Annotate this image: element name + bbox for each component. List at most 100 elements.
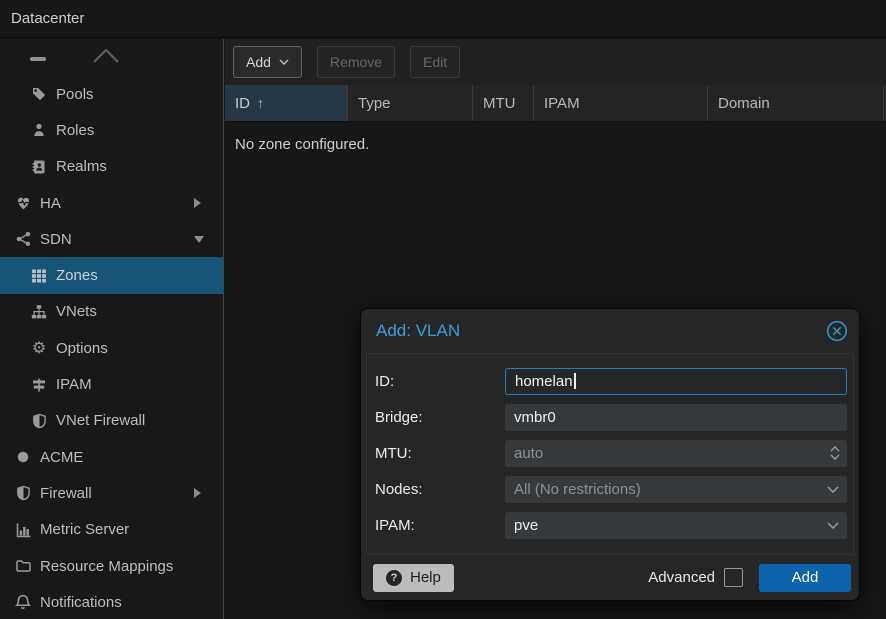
sidebar-item-acme[interactable]: ACME [0,439,223,475]
add-vlan-dialog: Add: VLAN ID: homelan Bridge: vmbr0 MTU:… [360,308,860,601]
advanced-toggle: Advanced [648,568,759,587]
submit-add-button[interactable]: Add [759,564,851,592]
sidebar-item-sdn[interactable]: SDN [0,221,223,257]
field-row-mtu: MTU: auto [375,435,847,471]
column-label: MTU [483,95,516,112]
sidebar-item-label: VNets [56,303,97,320]
field-row-id: ID: homelan [375,363,847,399]
ipam-dropdown[interactable]: pve [505,512,847,539]
heartbeat-icon [14,194,32,212]
sidebar-item-partial-scrolled[interactable] [0,39,223,76]
sidebar-item-label: Zones [56,267,98,284]
sidebar-item-label: ACME [40,449,83,466]
mtu-field-label: MTU: [375,445,505,462]
top-bar: Datacenter [0,0,886,38]
certificate-icon [14,448,32,466]
sidebar-item-vnets[interactable]: VNets [0,294,223,330]
edit-button-label: Edit [423,54,447,70]
chevron-down-icon [279,59,289,65]
mtu-spinner-input[interactable]: auto [505,440,847,467]
empty-table-message: No zone configured. [225,122,886,167]
sidebar-item-label: Realms [56,158,107,175]
id-input[interactable]: homelan [505,368,847,395]
dialog-form: ID: homelan Bridge: vmbr0 MTU: auto [366,353,854,555]
dialog-title: Add: VLAN [376,321,460,341]
sidebar-item-zones[interactable]: Zones [0,257,223,293]
close-icon[interactable] [826,320,848,342]
chevron-down-icon [827,522,839,529]
user-icon [30,121,48,139]
dialog-header[interactable]: Add: VLAN [361,309,859,353]
column-header-type[interactable]: Type [348,85,473,121]
sidebar-item-label: SDN [40,231,72,248]
sidebar-item-label: IPAM [56,376,92,393]
remove-button[interactable]: Remove [317,46,395,78]
nodes-placeholder: All (No restrictions) [514,481,641,498]
column-label: IPAM [544,95,580,112]
text-cursor [574,373,576,389]
folder-icon [14,557,32,575]
expand-down-icon [194,236,204,243]
expand-right-icon [194,198,201,208]
sitemap-icon [30,303,48,321]
spinner-up-down-icon[interactable] [830,446,840,460]
chevron-down-icon [827,486,839,493]
help-button[interactable]: ? Help [373,564,454,592]
ipam-field-label: IPAM: [375,517,505,534]
sidebar-item-options[interactable]: ⚙ Options [0,330,223,366]
advanced-label: Advanced [648,569,715,586]
sidebar-item-ha[interactable]: HA [0,185,223,221]
expand-right-icon [194,488,201,498]
shield-icon [30,412,48,430]
add-menu-button[interactable]: Add [233,46,302,78]
sidebar-item-label: Firewall [40,485,92,502]
nodes-dropdown[interactable]: All (No restrictions) [505,476,847,503]
column-header-ipam[interactable]: IPAM [534,85,708,121]
nodes-field-label: Nodes: [375,481,505,498]
sidebar-item-label: Roles [56,122,94,139]
id-field-label: ID: [375,373,505,390]
bridge-field-label: Bridge: [375,409,505,426]
partial-icon-fragment [30,57,46,61]
sidebar-item-label: Resource Mappings [40,558,173,575]
sidebar-item-firewall[interactable]: Firewall [0,475,223,511]
sidebar-item-label: HA [40,195,61,212]
ipam-value: pve [514,517,538,534]
field-row-ipam: IPAM: pve [375,507,847,543]
id-input-value: homelan [515,373,573,390]
gear-icon: ⚙ [30,339,48,357]
address-book-icon [30,158,48,176]
column-header-domain[interactable]: Domain [708,85,884,121]
question-circle-icon: ? [386,570,402,586]
sidebar-item-roles[interactable]: Roles [0,112,223,148]
sidebar-item-label: Notifications [40,594,122,611]
column-header-id[interactable]: ID ↑ [225,85,348,121]
toolbar: Add Remove Edit [225,39,886,85]
mtu-placeholder: auto [514,445,543,462]
sidebar-item-label: Pools [56,86,94,103]
sidebar-item-ipam[interactable]: IPAM [0,366,223,402]
bell-icon [14,593,32,611]
sidebar-item-metric-server[interactable]: Metric Server [0,512,223,548]
tag-icon [30,85,48,103]
sidebar-item-pools[interactable]: Pools [0,76,223,112]
column-header-mtu[interactable]: MTU [473,85,534,121]
table-header: ID ↑ Type MTU IPAM Domain [225,85,886,122]
sidebar-item-notifications[interactable]: Notifications [0,584,223,619]
help-button-label: Help [410,569,441,586]
bar-chart-icon [14,521,32,539]
sidebar-item-resource-mappings[interactable]: Resource Mappings [0,548,223,584]
column-label: ID [235,95,250,112]
sidebar-item-label: Options [56,340,108,357]
dialog-footer: ? Help Advanced Add [361,555,859,600]
page-title: Datacenter [11,10,84,27]
sort-ascending-icon: ↑ [257,95,264,111]
column-label: Type [358,95,391,112]
bridge-input[interactable]: vmbr0 [505,404,847,431]
advanced-checkbox[interactable] [724,568,743,587]
sidebar-item-realms[interactable]: Realms [0,149,223,185]
edit-button[interactable]: Edit [410,46,460,78]
sidebar: Pools Roles Realms HA SDN Zones [0,39,224,619]
sidebar-item-vnet-firewall[interactable]: VNet Firewall [0,403,223,439]
network-nodes-icon [14,230,32,248]
